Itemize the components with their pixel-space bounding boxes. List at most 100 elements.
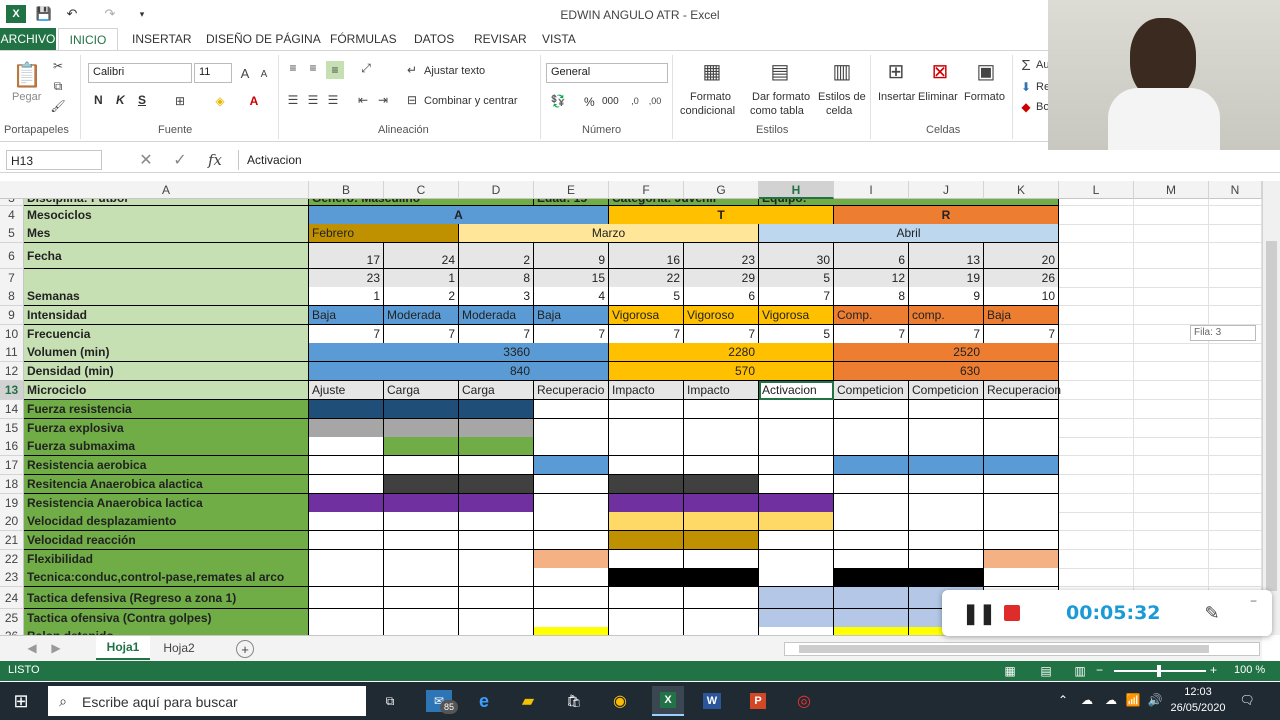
cell-13-c[interactable]: Carga (384, 381, 459, 400)
shrink-font-icon[interactable]: A (258, 67, 270, 81)
cell-13-e[interactable]: Recuperacio (534, 381, 609, 400)
cell-20-e[interactable] (534, 512, 609, 531)
cell-25-d[interactable] (459, 609, 534, 628)
cell-15-g[interactable] (684, 419, 759, 438)
cell-6-i[interactable]: 6 (834, 243, 909, 269)
cell-16-b[interactable] (309, 437, 384, 456)
month-febrero[interactable]: Febrero (309, 224, 459, 243)
format-painter-icon[interactable]: 🖌 (50, 99, 66, 113)
cell-24-h[interactable] (759, 587, 834, 609)
cell-25-b[interactable] (309, 609, 384, 628)
empty-cell[interactable] (1134, 456, 1209, 475)
cell-8-d[interactable]: 3 (459, 287, 534, 306)
cell-26-h[interactable] (759, 627, 834, 635)
cell-23-i[interactable] (834, 568, 909, 587)
row-label-22[interactable]: Flexibilidad (24, 550, 309, 569)
row-header-12[interactable]: 12 (0, 362, 24, 381)
word-taskbar-icon[interactable]: W (700, 690, 724, 712)
cell-14-b[interactable] (309, 400, 384, 419)
align-left-icon[interactable]: ☰ (286, 93, 300, 107)
cell-18-f[interactable] (609, 475, 684, 494)
delete-cells-icon[interactable]: ⊠ (926, 57, 954, 85)
empty-cell[interactable] (1059, 568, 1134, 587)
cell-18-k[interactable] (984, 475, 1059, 494)
format-cells-icon[interactable]: ▣ (972, 57, 1000, 85)
cell-21-i[interactable] (834, 531, 909, 550)
mesociclo-t[interactable]: T (609, 206, 834, 225)
cell-6-k[interactable]: 20 (984, 243, 1059, 269)
cell-16-c[interactable] (384, 437, 459, 456)
cell-26-b[interactable] (309, 627, 384, 635)
row-label-5[interactable]: Mes (24, 224, 309, 243)
cell-10-e[interactable]: 7 (534, 325, 609, 344)
tab-archivo[interactable]: ARCHIVO (0, 28, 56, 50)
cell-17-i[interactable] (834, 456, 909, 475)
cell-22-i[interactable] (834, 550, 909, 569)
row-header-19[interactable]: 19 (0, 494, 24, 513)
empty-cell[interactable] (1209, 343, 1262, 362)
cell-17-f[interactable] (609, 456, 684, 475)
orientation-icon[interactable]: ⤢ (356, 61, 376, 75)
empty-cell[interactable] (1059, 494, 1134, 513)
cell-20-b[interactable] (309, 512, 384, 531)
row-label-24[interactable]: Tactica defensiva (Regreso a zona 1) (24, 587, 309, 609)
row-label-16[interactable]: Fuerza submaxima (24, 437, 309, 456)
cell-19-d[interactable] (459, 494, 534, 513)
empty-cell[interactable] (1059, 199, 1134, 206)
empty-cell[interactable] (1059, 206, 1134, 225)
italic-button[interactable]: K (116, 93, 125, 107)
underline-button[interactable]: S (138, 93, 146, 107)
cell-13-g[interactable]: Impacto (684, 381, 759, 400)
column-header-f[interactable]: F (609, 181, 684, 199)
cell-22-d[interactable] (459, 550, 534, 569)
cell-21-b[interactable] (309, 531, 384, 550)
merge-center-button[interactable]: Combinar y centrar (424, 95, 518, 107)
recorder-taskbar-icon[interactable]: ◎ (792, 690, 816, 712)
name-box[interactable]: H13 (6, 150, 102, 170)
empty-cell[interactable] (1134, 306, 1209, 325)
empty-cell[interactable] (1059, 224, 1134, 243)
empty-cell[interactable] (1134, 550, 1209, 569)
zoom-slider-thumb[interactable] (1157, 665, 1161, 677)
worksheet-grid[interactable]: 3Disciplina: FútbolGénero: MasculinoEdad… (0, 199, 1262, 635)
powerpoint-taskbar-icon[interactable]: P (746, 690, 770, 712)
cell-styles-icon[interactable]: ▥ (828, 57, 856, 85)
empty-cell[interactable] (1209, 512, 1262, 531)
cell-22-f[interactable] (609, 550, 684, 569)
column-header-e[interactable]: E (534, 181, 609, 199)
cell-19-b[interactable] (309, 494, 384, 513)
cell-7-h[interactable]: 5 (759, 269, 834, 288)
copy-icon[interactable]: ⧉ (50, 79, 66, 93)
cell-7-j[interactable]: 19 (909, 269, 984, 288)
row-header-11[interactable]: 11 (0, 343, 24, 362)
cell-14-d[interactable] (459, 400, 534, 419)
cell-23-b[interactable] (309, 568, 384, 587)
format-as-table-button[interactable]: Dar formato (752, 91, 810, 103)
tab-diseno[interactable]: DISEÑO DE PÁGINA (206, 32, 321, 46)
cell-18-c[interactable] (384, 475, 459, 494)
cell-23-h[interactable] (759, 568, 834, 587)
empty-cell[interactable] (1059, 343, 1134, 362)
column-header-h[interactable]: H (759, 181, 834, 199)
cell-8-h[interactable]: 7 (759, 287, 834, 306)
row-header-22[interactable]: 22 (0, 550, 24, 569)
row-header-17[interactable]: 17 (0, 456, 24, 475)
cell-24-g[interactable] (684, 587, 759, 609)
clear-icon[interactable]: ◆ (1018, 99, 1034, 115)
cell-17-k[interactable] (984, 456, 1059, 475)
row-label-21[interactable]: Velocidad reacción (24, 531, 309, 550)
sheet-tab-hoja1[interactable]: Hoja1 (96, 636, 150, 660)
empty-cell[interactable] (1209, 531, 1262, 550)
cell-26-i[interactable] (834, 627, 909, 635)
notifications-icon[interactable]: 🗨 (1238, 692, 1256, 708)
column-header-k[interactable]: K (984, 181, 1059, 199)
empty-cell[interactable] (1059, 531, 1134, 550)
cell-19-k[interactable] (984, 494, 1059, 513)
add-sheet-icon[interactable]: + (236, 640, 254, 658)
row-label-17[interactable]: Resistencia aerobica (24, 456, 309, 475)
empty-cell[interactable] (1209, 400, 1262, 419)
cell-13-k[interactable]: Recuperacion (984, 381, 1061, 400)
cell-24-d[interactable] (459, 587, 534, 609)
group-value[interactable]: 3360 (309, 343, 609, 362)
row-header-8[interactable]: 8 (0, 287, 24, 306)
